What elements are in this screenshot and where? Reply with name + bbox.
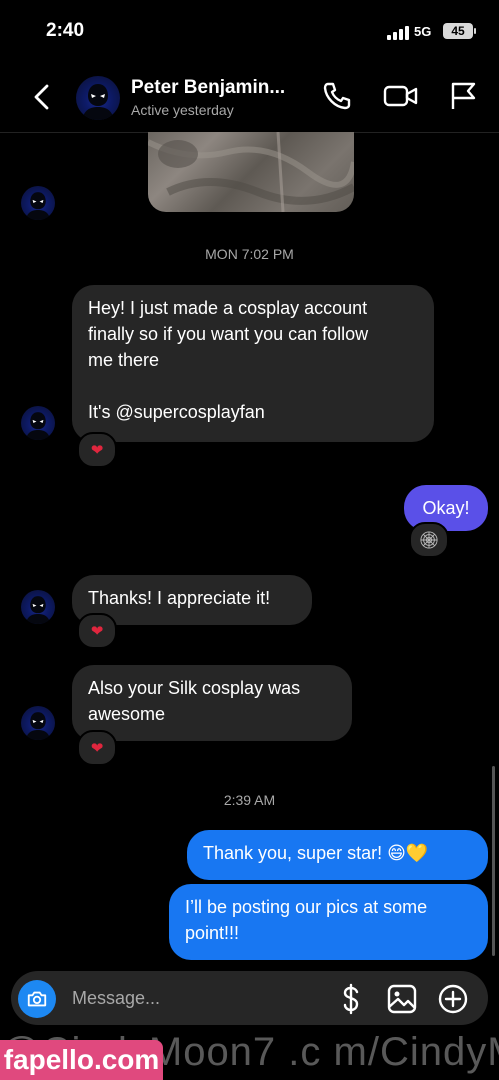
- plus-icon[interactable]: [437, 983, 469, 1015]
- sender-avatar[interactable]: [21, 406, 55, 440]
- incoming-message[interactable]: Hey! I just made a cosplay account final…: [72, 285, 434, 442]
- timestamp: MON 7:02 PM: [205, 246, 294, 262]
- header-avatar[interactable]: [76, 76, 120, 120]
- message-line: awesome: [88, 704, 166, 724]
- message-input[interactable]: Message...: [72, 988, 160, 1009]
- outgoing-message[interactable]: I’ll be posting our pics at some point!!…: [169, 884, 488, 960]
- network-label: 5G: [414, 24, 432, 39]
- outgoing-message[interactable]: Thank you, super star! 😄💛: [187, 830, 488, 880]
- back-icon[interactable]: [30, 82, 54, 112]
- message-line: finally so if you want you can follow: [88, 324, 369, 344]
- sender-avatar[interactable]: [21, 590, 55, 624]
- timestamp: 2:39 AM: [223, 792, 276, 808]
- sender-avatar[interactable]: [21, 186, 55, 220]
- message-line: I’ll be posting our pics at some: [185, 897, 428, 917]
- heart-icon[interactable]: ❤: [77, 613, 117, 649]
- video-icon[interactable]: [383, 80, 419, 112]
- battery-indicator: 45: [443, 23, 476, 39]
- dollar-icon[interactable]: [337, 983, 365, 1015]
- heart-icon[interactable]: ❤: [77, 730, 117, 766]
- flag-icon[interactable]: [447, 80, 479, 112]
- shared-photo[interactable]: [148, 132, 354, 212]
- message-line: [88, 373, 418, 399]
- heart-icon[interactable]: ❤: [77, 432, 117, 468]
- message-line: Hey! I just made a cosplay account: [88, 298, 368, 318]
- message-line: point!!!: [185, 923, 240, 943]
- contact-status: Active yesterday: [131, 102, 234, 118]
- status-time: 2:40: [46, 20, 85, 41]
- phone-icon[interactable]: [321, 80, 353, 112]
- message-line: It's @supercosplayfan: [88, 402, 265, 422]
- contact-name[interactable]: Peter Benjamin...: [131, 77, 285, 99]
- message-line: Also your Silk cosplay was: [88, 678, 301, 698]
- scrollbar[interactable]: [492, 766, 495, 956]
- signal-icon: [387, 26, 411, 40]
- image-icon[interactable]: [386, 983, 418, 1015]
- sender-avatar[interactable]: [21, 706, 55, 740]
- incoming-message[interactable]: Also your Silk cosplay was awesome: [72, 665, 352, 741]
- spider-web-icon[interactable]: [409, 522, 449, 558]
- camera-icon[interactable]: [18, 980, 56, 1018]
- watermark-logo: fapello.com: [0, 1040, 163, 1080]
- message-line: me there: [88, 350, 160, 370]
